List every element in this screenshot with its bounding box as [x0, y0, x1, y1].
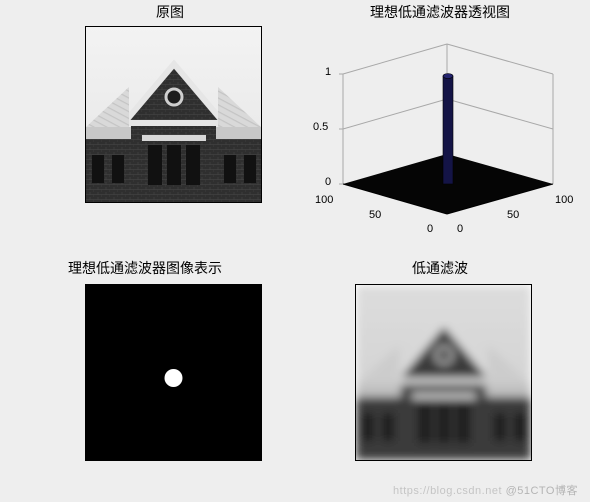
subplot-title-3: 理想低通滤波器图像表示 — [15, 260, 275, 277]
image-mask — [85, 284, 262, 461]
ltick-0: 0 — [427, 223, 433, 235]
ztick-05: 0.5 — [313, 121, 328, 133]
panel-original: 原图 — [55, 4, 285, 21]
panel-filtered: 低通滤波 — [335, 260, 545, 277]
image-filtered — [355, 284, 532, 461]
watermark-url: https://blog.csdn.net — [393, 485, 502, 497]
watermark: https://blog.csdn.net @51CTO博客 — [393, 482, 578, 498]
mask-svg — [86, 285, 261, 460]
subplot-title-4: 低通滤波 — [335, 260, 545, 277]
filtered-svg — [356, 285, 531, 460]
ftick-50: 50 — [507, 209, 519, 221]
surface-plot — [305, 26, 575, 231]
ltick-100: 100 — [315, 194, 333, 206]
watermark-author: @51CTO博客 — [506, 485, 578, 497]
ztick-0: 0 — [325, 176, 331, 188]
panel-perspective: 理想低通滤波器透视图 — [305, 4, 575, 21]
subplot-title-1: 原图 — [55, 4, 285, 21]
axes-3d: 1 0.5 0 100 50 0 0 50 100 — [305, 26, 575, 231]
figure: 原图 — [0, 0, 590, 502]
ltick-50: 50 — [369, 209, 381, 221]
ztick-1: 1 — [325, 66, 331, 78]
panel-mask: 理想低通滤波器图像表示 — [15, 260, 275, 277]
image-original — [85, 26, 262, 203]
subplot-title-2: 理想低通滤波器透视图 — [305, 4, 575, 21]
ftick-100: 100 — [555, 194, 573, 206]
ftick-0: 0 — [457, 223, 463, 235]
building-image — [86, 27, 261, 202]
